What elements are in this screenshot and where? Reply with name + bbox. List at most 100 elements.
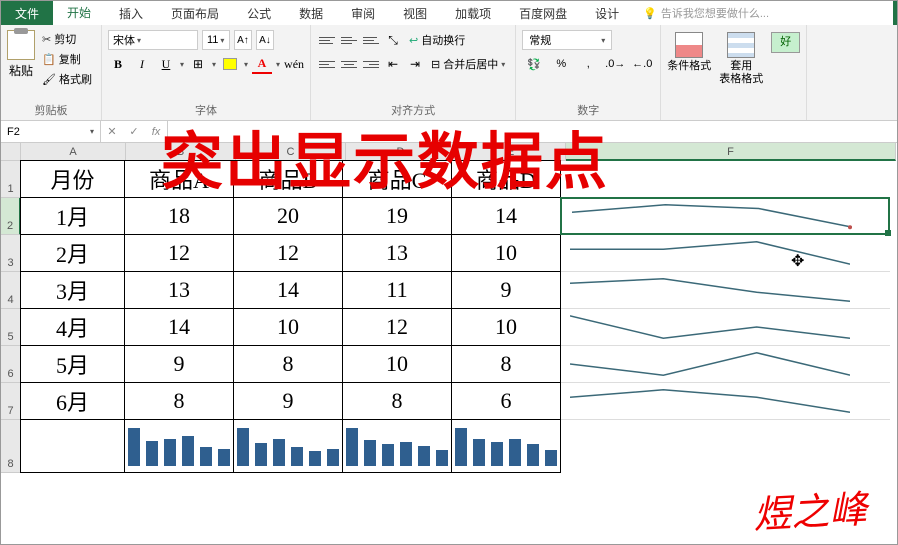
tab-data[interactable]: 数据	[285, 1, 337, 26]
cell-E4[interactable]: 9	[451, 271, 561, 309]
increase-indent-button[interactable]: ⇥	[405, 54, 425, 74]
cell-D3[interactable]: 13	[342, 234, 452, 272]
phonetic-button[interactable]: wén	[284, 54, 304, 74]
decrease-font-button[interactable]: A↓	[256, 30, 274, 50]
cell-D6[interactable]: 10	[342, 345, 452, 383]
decrease-decimal-button[interactable]: ←.0	[630, 54, 654, 74]
align-bottom-button[interactable]	[361, 31, 381, 49]
cell-C3[interactable]: 12	[233, 234, 343, 272]
cell-B3[interactable]: 12	[124, 234, 234, 272]
cell-F3[interactable]	[560, 234, 890, 272]
cell-E5[interactable]: 10	[451, 308, 561, 346]
underline-button[interactable]: U	[156, 54, 176, 74]
font-size-select[interactable]: 11▾	[202, 30, 230, 50]
paste-button[interactable]: 粘贴	[7, 30, 35, 79]
cell-C7[interactable]: 9	[233, 382, 343, 420]
cell-E7[interactable]: 6	[451, 382, 561, 420]
cell-D4[interactable]: 11	[342, 271, 452, 309]
wrap-text-button[interactable]: 自动换行	[405, 31, 469, 49]
tab-page-layout[interactable]: 页面布局	[157, 1, 233, 26]
row-header-8[interactable]: 8	[1, 420, 21, 473]
fill-color-button[interactable]	[220, 54, 240, 74]
tab-baidu[interactable]: 百度网盘	[505, 1, 581, 26]
cell-B8[interactable]	[124, 419, 234, 473]
cell-A6[interactable]: 5月	[20, 345, 125, 383]
cell-C4[interactable]: 14	[233, 271, 343, 309]
cell-D5[interactable]: 12	[342, 308, 452, 346]
fx-button[interactable]: fx	[145, 126, 167, 138]
italic-button[interactable]: I	[132, 54, 152, 74]
cell-D1[interactable]: 商品C	[342, 160, 452, 198]
tell-me-box[interactable]: 💡 告诉我您想要做什么...	[633, 5, 897, 21]
cell-A1[interactable]: 月份	[20, 160, 125, 198]
cell-F5[interactable]	[560, 308, 890, 346]
cell-F8[interactable]	[560, 419, 890, 473]
cell-C1[interactable]: 商品B	[233, 160, 343, 198]
cell-B7[interactable]: 8	[124, 382, 234, 420]
cell-B6[interactable]: 9	[124, 345, 234, 383]
name-box[interactable]: F2▾	[1, 121, 101, 142]
cell-B5[interactable]: 14	[124, 308, 234, 346]
copy-button[interactable]: 复制	[39, 50, 95, 68]
cell-F7[interactable]	[560, 382, 890, 420]
cell-C8[interactable]	[233, 419, 343, 473]
conditional-format-button[interactable]: 条件格式	[667, 32, 711, 73]
cell-A5[interactable]: 4月	[20, 308, 125, 346]
cell-E2[interactable]: 14	[451, 197, 561, 235]
row-header-4[interactable]: 4	[1, 272, 21, 309]
cell-A8[interactable]	[20, 419, 125, 473]
increase-font-button[interactable]: A↑	[234, 30, 252, 50]
col-header-D[interactable]: D	[346, 143, 456, 161]
cell-C6[interactable]: 8	[233, 345, 343, 383]
format-painter-button[interactable]: 格式刷	[39, 70, 95, 88]
align-left-button[interactable]	[317, 55, 337, 73]
align-top-button[interactable]	[317, 31, 337, 49]
orientation-button[interactable]: ⤡	[383, 30, 403, 50]
cancel-formula-button[interactable]: ✕	[101, 125, 123, 138]
col-header-A[interactable]: A	[21, 143, 126, 161]
accounting-button[interactable]: 💱	[522, 54, 546, 74]
row-header-5[interactable]: 5	[1, 309, 21, 346]
number-format-select[interactable]: 常规▾	[522, 30, 612, 50]
align-center-button[interactable]	[339, 55, 359, 73]
cell-F1[interactable]	[560, 160, 890, 198]
decrease-indent-button[interactable]: ⇤	[383, 54, 403, 74]
cell-style-good-button[interactable]: 好	[771, 32, 800, 53]
cell-B1[interactable]: 商品A	[124, 160, 234, 198]
cell-E1[interactable]: 商品D	[451, 160, 561, 198]
merge-center-button[interactable]: 合并后居中▾	[427, 55, 509, 73]
row-header-3[interactable]: 3	[1, 235, 21, 272]
cell-F4[interactable]	[560, 271, 890, 309]
cell-D2[interactable]: 19	[342, 197, 452, 235]
tab-addin[interactable]: 加载项	[441, 1, 505, 26]
increase-decimal-button[interactable]: .0→	[603, 54, 627, 74]
formula-input[interactable]	[168, 121, 897, 142]
bold-button[interactable]: B	[108, 54, 128, 74]
tab-design[interactable]: 设计	[581, 1, 633, 26]
col-header-C[interactable]: C	[236, 143, 346, 161]
tab-home[interactable]: 开始	[53, 0, 105, 27]
tab-insert[interactable]: 插入	[105, 1, 157, 26]
cell-E3[interactable]: 10	[451, 234, 561, 272]
enter-formula-button[interactable]: ✓	[123, 125, 145, 138]
cell-B4[interactable]: 13	[124, 271, 234, 309]
cell-D7[interactable]: 8	[342, 382, 452, 420]
cut-button[interactable]: 剪切	[39, 30, 95, 48]
comma-button[interactable]: ,	[576, 54, 600, 74]
tab-file[interactable]: 文件	[1, 1, 53, 26]
row-header-7[interactable]: 7	[1, 383, 21, 420]
cell-C5[interactable]: 10	[233, 308, 343, 346]
cell-A7[interactable]: 6月	[20, 382, 125, 420]
border-button[interactable]	[188, 54, 208, 74]
row-header-6[interactable]: 6	[1, 346, 21, 383]
percent-button[interactable]: %	[549, 54, 573, 74]
align-middle-button[interactable]	[339, 31, 359, 49]
select-all-corner[interactable]	[1, 143, 21, 161]
font-name-select[interactable]: 宋体▾	[108, 30, 198, 50]
cell-C2[interactable]: 20	[233, 197, 343, 235]
col-header-E[interactable]: E	[456, 143, 566, 161]
font-color-button[interactable]: A	[252, 54, 272, 74]
cell-F6[interactable]	[560, 345, 890, 383]
cell-A4[interactable]: 3月	[20, 271, 125, 309]
cell-E6[interactable]: 8	[451, 345, 561, 383]
